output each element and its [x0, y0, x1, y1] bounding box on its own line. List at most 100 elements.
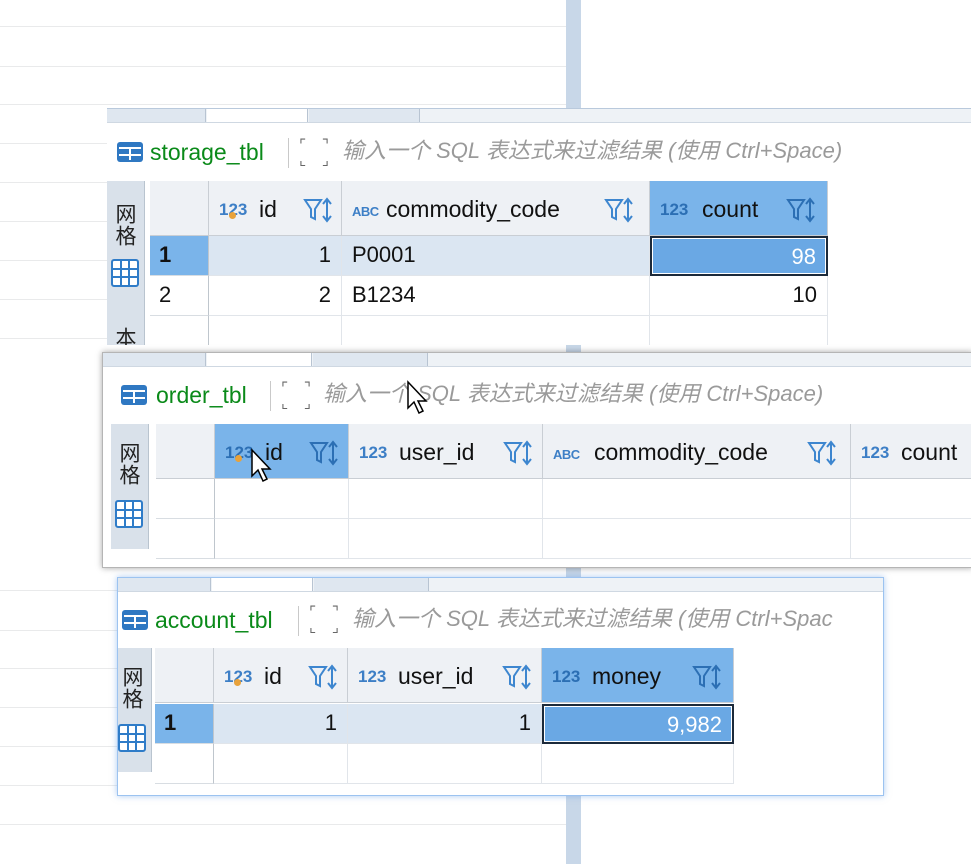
table-cell[interactable]: 10 — [650, 276, 828, 316]
tab-er-diagram[interactable] — [313, 353, 428, 366]
separator — [270, 381, 271, 411]
bg-line — [0, 104, 566, 105]
table-cell[interactable] — [215, 519, 349, 559]
table-name: storage_tbl — [150, 139, 264, 165]
table-cell[interactable] — [209, 316, 342, 345]
filter-sort-icon[interactable] — [309, 440, 339, 466]
table-icon — [117, 142, 143, 162]
tab-properties[interactable] — [103, 353, 206, 366]
filter-sort-icon[interactable] — [807, 440, 837, 466]
tab-data[interactable] — [212, 578, 313, 591]
grid-icon[interactable] — [115, 500, 143, 528]
tab-data[interactable] — [207, 353, 312, 366]
table-cell[interactable]: B1234 — [342, 276, 650, 316]
row-number[interactable]: 1 — [150, 236, 209, 276]
tab-data[interactable] — [207, 109, 308, 122]
filter-sort-icon[interactable] — [692, 664, 722, 690]
table-cell[interactable]: 1 — [214, 704, 348, 744]
table-cell[interactable] — [349, 479, 543, 519]
table-icon — [121, 385, 147, 405]
side-tab-bar: 网格 — [118, 648, 152, 772]
row-number[interactable] — [156, 479, 215, 519]
filter-sort-icon[interactable] — [503, 440, 533, 466]
selected-cell[interactable]: 9,982 — [542, 704, 734, 744]
grid-corner[interactable] — [156, 424, 215, 479]
grid-icon[interactable] — [118, 724, 146, 752]
expand-icon[interactable]: ⌜ ⌝ ⌞ ⌟ — [299, 138, 329, 168]
storage-tbl-panel: storage_tbl ⌜ ⌝ ⌞ ⌟ 输入一个 SQL 表达式来过滤结果 (使用 C… — [107, 108, 971, 345]
column-name: money — [592, 663, 662, 689]
column-header-count[interactable]: 123 count — [851, 424, 971, 479]
column-header-commodity-code[interactable]: ABC commodity_code — [543, 424, 851, 479]
row-number[interactable] — [156, 519, 215, 559]
table-cell[interactable] — [542, 744, 734, 784]
column-name: id — [264, 663, 282, 689]
selected-cell[interactable]: 98 — [650, 236, 828, 276]
editor-tab-strip — [103, 353, 971, 367]
text-view-tab[interactable]: 本 — [111, 327, 139, 345]
table-icon — [122, 610, 148, 630]
column-header-id[interactable]: 123 id — [215, 424, 349, 479]
table-cell[interactable] — [650, 316, 828, 345]
table-cell[interactable] — [349, 519, 543, 559]
column-header-money[interactable]: 123 money — [542, 648, 734, 703]
filter-sort-icon[interactable] — [308, 664, 338, 690]
filter-input[interactable]: 输入一个 SQL 表达式来过滤结果 (使用 Ctrl+Spac — [352, 605, 833, 633]
filter-input[interactable]: 输入一个 SQL 表达式来过滤结果 (使用 Ctrl+Space) — [342, 137, 842, 165]
column-header-id[interactable]: 123 id — [209, 181, 342, 236]
column-header-commodity-code[interactable]: ABC commodity_code — [342, 181, 650, 236]
tab-properties[interactable] — [118, 578, 211, 591]
row-number[interactable]: 1 — [155, 704, 214, 744]
filter-bar: order_tbl ⌜ ⌝ ⌞ ⌟ 输入一个 SQL 表达式来过滤结果 (使用 Ctr… — [103, 373, 971, 417]
table-name: account_tbl — [155, 607, 273, 633]
table-cell[interactable] — [214, 744, 348, 784]
table-cell[interactable] — [851, 479, 971, 519]
expand-icon[interactable]: ⌜ ⌝ ⌞ ⌟ — [309, 605, 339, 635]
editor-tab-strip — [107, 109, 971, 123]
column-name: user_id — [398, 663, 474, 689]
filter-bar: account_tbl ⌜ ⌝ ⌞ ⌟ 输入一个 SQL 表达式来过滤结果 (使用 C… — [118, 598, 883, 642]
column-name: count — [702, 196, 759, 222]
table-cell[interactable]: P0001 — [342, 236, 650, 276]
row-number[interactable] — [150, 316, 209, 345]
grid-corner[interactable] — [155, 648, 214, 703]
table-cell[interactable]: 1 — [209, 236, 342, 276]
table-cell[interactable] — [543, 479, 851, 519]
grid-icon[interactable] — [111, 259, 139, 287]
grid-view-tab[interactable]: 网格 — [111, 203, 139, 247]
separator — [288, 138, 289, 168]
bg-line — [0, 66, 566, 67]
table-cell[interactable] — [215, 479, 349, 519]
side-tab-bar: 网格 本 — [107, 181, 145, 345]
side-tab-bar: 网格 — [111, 424, 149, 549]
tab-er-diagram[interactable] — [314, 578, 429, 591]
numeric-type-icon: 123 — [660, 200, 689, 219]
column-header-user-id[interactable]: 123 user_id — [348, 648, 542, 703]
filter-bar: storage_tbl ⌜ ⌝ ⌞ ⌟ 输入一个 SQL 表达式来过滤结果 (使用 C… — [107, 131, 971, 175]
table-cell[interactable]: 1 — [348, 704, 542, 744]
editor-tab-strip — [118, 578, 883, 592]
filter-sort-icon[interactable] — [786, 197, 816, 223]
column-header-count[interactable]: 123 count — [650, 181, 828, 236]
table-cell[interactable] — [342, 316, 650, 345]
filter-input[interactable]: 输入一个 SQL 表达式来过滤结果 (使用 Ctrl+Space) — [323, 380, 823, 408]
filter-sort-icon[interactable] — [303, 197, 333, 223]
filter-sort-icon[interactable] — [502, 664, 532, 690]
grid-view-tab[interactable]: 网格 — [115, 442, 143, 486]
column-header-id[interactable]: 123 id — [214, 648, 348, 703]
expand-icon[interactable]: ⌜ ⌝ ⌞ ⌟ — [281, 381, 311, 411]
table-cell[interactable] — [851, 519, 971, 559]
table-cell[interactable] — [348, 744, 542, 784]
column-header-user-id[interactable]: 123 user_id — [349, 424, 543, 479]
column-name: commodity_code — [594, 439, 768, 465]
table-cell[interactable]: 2 — [209, 276, 342, 316]
key-icon — [234, 679, 241, 686]
tab-properties[interactable] — [107, 109, 206, 122]
filter-sort-icon[interactable] — [604, 197, 634, 223]
row-number[interactable] — [155, 744, 214, 784]
grid-view-tab[interactable]: 网格 — [118, 666, 146, 710]
grid-corner[interactable] — [150, 181, 209, 236]
row-number[interactable]: 2 — [150, 276, 209, 316]
table-cell[interactable] — [543, 519, 851, 559]
tab-er-diagram[interactable] — [309, 109, 420, 122]
